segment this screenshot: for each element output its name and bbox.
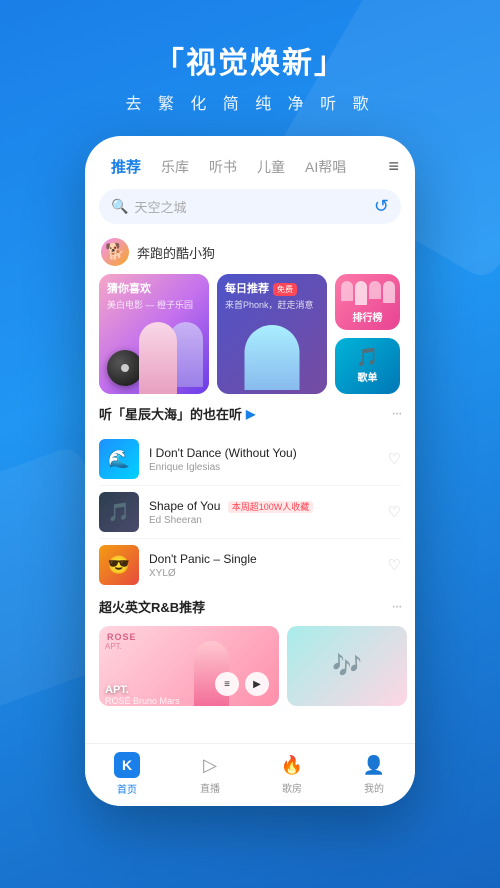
song-artist-3: XYLØ (149, 568, 380, 579)
daily-figure (245, 325, 300, 390)
weekly-badge: 本周超100W人收藏 (228, 501, 314, 513)
menu-icon[interactable]: ≡ (388, 156, 399, 177)
song-item[interactable]: 😎 Don't Panic – Single XYLØ ♡ (99, 539, 401, 591)
nav-label-home: 首页 (117, 781, 137, 796)
singroom-icon: 🔥 (280, 753, 304, 777)
playlist-strip: ROSE APT. APT. ROSÉ Bruno Mars ≡ ▶ 🎶 (85, 626, 415, 714)
song-thumb-2: 🎵 (99, 492, 139, 532)
card-playlist-label: 歌单 (357, 373, 377, 384)
section-header-1: 听「星辰大海」的也在听 ▶ ··· (99, 404, 401, 423)
bottom-nav: K 首页 ▷ 直播 🔥 歌房 👤 我的 (85, 743, 415, 806)
playlist-card-2[interactable]: 🎶 (287, 626, 407, 706)
song-item[interactable]: 🎵 Shape of You 本周超100W人收藏 Ed Sheeran ♡ (99, 486, 401, 539)
nav-tab-audiobook[interactable]: 听书 (199, 153, 247, 181)
search-placeholder: 天空之城 (134, 197, 373, 216)
card-recommend-sub: 美白电影 — 橙子乐园 (107, 298, 201, 311)
song-thumb-1: 🌊 (99, 439, 139, 479)
live-icon: ▷ (198, 753, 222, 777)
song-artist-2: Ed Sheeran (149, 515, 380, 526)
playlist-play-button[interactable]: ▶ (245, 672, 269, 696)
nav-tab-recommend[interactable]: 推荐 (101, 152, 151, 181)
section-rnb: 超火英文R&B推荐 ··· (85, 591, 415, 626)
nav-label-live: 直播 (200, 780, 220, 795)
card-recommend-label: 猜你喜欢 (107, 282, 201, 296)
nav-item-home[interactable]: K 首页 (114, 752, 140, 796)
song-info-2: Shape of You 本周超100W人收藏 Ed Sheeran (149, 499, 380, 526)
song-thumb-3: 😎 (99, 545, 139, 585)
song-name-2: Shape of You 本周超100W人收藏 (149, 499, 380, 513)
song-item[interactable]: 🌊 I Don't Dance (Without You) Enrique Ig… (99, 433, 401, 486)
section-also-listening: 听「星辰大海」的也在听 ▶ ··· (85, 394, 415, 433)
home-icon: K (114, 752, 140, 778)
card-chart[interactable]: 排行榜 (335, 274, 400, 330)
vinyl-icon (107, 350, 143, 386)
playlist-title: APT. (105, 684, 180, 696)
playlist-artists: ROSÉ Bruno Mars (105, 696, 180, 706)
nav-tab-kids[interactable]: 儿童 (247, 153, 295, 181)
card-daily[interactable]: 每日推荐 免费 来首Phonk，赶走消意 (217, 274, 327, 394)
playlist-inner: ROSE APT. APT. ROSÉ Bruno Mars ≡ ▶ (99, 626, 279, 706)
song-artist-1: Enrique Iglesias (149, 462, 380, 473)
song-heart-2[interactable]: ♡ (388, 503, 401, 521)
section-header-2: 超火英文R&B推荐 ··· (99, 597, 401, 616)
playlist-card-apt[interactable]: ROSE APT. APT. ROSÉ Bruno Mars ≡ ▶ (99, 626, 279, 706)
nav-bar: 推荐 乐库 听书 儿童 AI帮唱 ≡ (85, 136, 415, 189)
card-daily-sub: 来首Phonk，赶走消意 (225, 298, 319, 311)
card-recommend[interactable]: 猜你喜欢 美白电影 — 橙子乐园 (99, 274, 209, 394)
section-play-icon[interactable]: ▶ (246, 407, 255, 421)
song-heart-1[interactable]: ♡ (388, 450, 401, 468)
search-icon: 🔍 (111, 198, 128, 215)
card-daily-label: 每日推荐 (225, 282, 269, 296)
user-name: 奔跑的酷小狗 (137, 243, 215, 262)
song-heart-3[interactable]: ♡ (388, 556, 401, 574)
nav-item-live[interactable]: ▷ 直播 (198, 753, 222, 795)
song-info-1: I Don't Dance (Without You) Enrique Igle… (149, 446, 380, 473)
hero-title: 「视觉焕新」 (154, 38, 346, 82)
scroll-content[interactable]: 🐕 奔跑的酷小狗 猜你喜欢 美白电影 — 橙子乐园 (85, 234, 415, 743)
daily-badge: 免费 (273, 283, 297, 296)
nav-label-profile: 我的 (364, 780, 384, 795)
song-list: 🌊 I Don't Dance (Without You) Enrique Ig… (85, 433, 415, 591)
song-name-1: I Don't Dance (Without You) (149, 446, 380, 460)
song-name-3: Don't Panic – Single (149, 552, 380, 566)
section-more-icon[interactable]: ··· (391, 405, 401, 423)
search-bar[interactable]: 🔍 天空之城 ↺ (99, 189, 401, 224)
user-row: 🐕 奔跑的酷小狗 (85, 234, 415, 274)
song-info-3: Don't Panic – Single XYLØ (149, 552, 380, 579)
phone-shell: 推荐 乐库 听书 儿童 AI帮唱 ≡ 🔍 天空之城 ↺ 🐕 奔跑的酷小狗 猜你喜… (85, 136, 415, 806)
section-title-1: 听「星辰大海」的也在听 ▶ (99, 404, 255, 423)
nav-item-singroom[interactable]: 🔥 歌房 (280, 753, 304, 795)
right-cards: 排行榜 🎵 歌单 (335, 274, 400, 394)
section-title-2: 超火英文R&B推荐 (99, 597, 205, 616)
cards-row: 猜你喜欢 美白电影 — 橙子乐园 每日推荐 免费 (85, 274, 415, 394)
profile-icon: 👤 (362, 753, 386, 777)
card-playlist[interactable]: 🎵 歌单 (335, 338, 400, 394)
hero-subtitle: 去 繁 化 简 纯 净 听 歌 (125, 90, 374, 114)
refresh-icon[interactable]: ↺ (374, 196, 389, 217)
card-chart-label: 排行榜 (353, 309, 383, 324)
nav-tab-library[interactable]: 乐库 (151, 153, 199, 181)
section-more-icon-2[interactable]: ··· (391, 598, 401, 616)
nav-item-profile[interactable]: 👤 我的 (362, 753, 386, 795)
playlist-list-button[interactable]: ≡ (215, 672, 239, 696)
nav-label-singroom: 歌房 (282, 780, 302, 795)
nav-tab-ai[interactable]: AI帮唱 (295, 153, 356, 181)
avatar: 🐕 (101, 238, 129, 266)
